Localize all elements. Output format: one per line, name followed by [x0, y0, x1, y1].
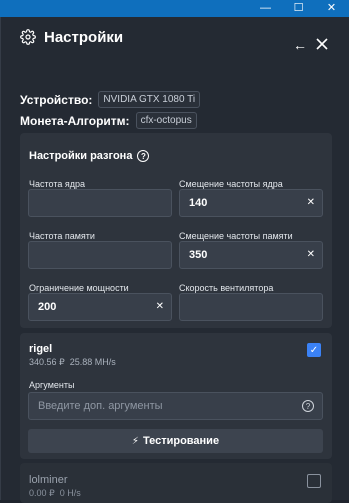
lightning-icon: ⚡ [131, 435, 139, 447]
minimize-button[interactable]: — [250, 0, 281, 17]
overclock-title-text: Настройки разгона [29, 150, 133, 162]
overclock-card: Настройки разгона ? Частота ядра Смещени… [20, 133, 332, 328]
core-offset-label: Смещение частоты ядра [179, 179, 283, 189]
miner-stats: 340.56 ₽ 25.88 MH/s [29, 357, 121, 368]
fan-speed-label: Скорость вентилятора [179, 283, 274, 293]
miner-stats: 0.00 ₽ 0 H/s [29, 488, 86, 499]
mem-offset-input[interactable]: 350 ✕ [179, 241, 323, 269]
args-label: Аргументы [29, 380, 75, 390]
coin-algo-label: Монета-Алгоритм: [20, 113, 130, 128]
back-arrow-icon[interactable]: ← [293, 37, 307, 53]
miner-card-lolminer: lolminer 0.00 ₽ 0 H/s [20, 463, 332, 503]
maximize-button[interactable]: ☐ [283, 0, 314, 17]
device-chip: NVIDIA GTX 1080 Ti [98, 91, 201, 108]
core-offset-input[interactable]: 140 ✕ [179, 189, 323, 217]
mem-clock-label: Частота памяти [29, 231, 95, 241]
args-input[interactable] [29, 393, 289, 419]
window-titlebar: — ☐ ✕ [0, 0, 349, 17]
checkmark-icon: ✓ [309, 344, 319, 356]
page-title: Настройки [44, 28, 124, 46]
test-button[interactable]: ⚡ Тестирование [28, 429, 323, 453]
miner-hashrate: 25.88 MH/s [69, 357, 116, 367]
device-label: Устройство: [20, 92, 93, 107]
close-window-button[interactable]: ✕ [316, 0, 347, 17]
core-offset-value: 140 [189, 197, 208, 209]
mem-clock-input[interactable] [28, 241, 172, 269]
miner-price: 340.56 ₽ [29, 357, 65, 367]
overclock-title: Настройки разгона ? [29, 150, 150, 162]
miner-enabled-checkbox[interactable]: ✓ [307, 343, 321, 357]
args-field: ? [28, 392, 323, 420]
miner-price: 0.00 ₽ [29, 488, 55, 498]
panel-header: Настройки [20, 27, 123, 47]
miner-name: lolminer [29, 474, 68, 486]
mem-offset-label: Смещение частоты памяти [179, 231, 293, 241]
miner-enabled-checkbox[interactable] [307, 474, 321, 488]
clear-icon[interactable]: ✕ [307, 197, 315, 208]
clear-icon[interactable]: ✕ [307, 249, 315, 260]
power-limit-value: 200 [38, 301, 57, 313]
help-icon[interactable]: ? [302, 400, 314, 412]
test-button-label: Тестирование [142, 435, 220, 447]
device-row: Устройство: NVIDIA GTX 1080 Ti [20, 91, 201, 108]
coin-algo-row: Монета-Алгоритм: cfx-octopus [20, 112, 197, 129]
gear-icon [20, 29, 36, 45]
clear-icon[interactable]: ✕ [156, 301, 164, 312]
close-icon[interactable] [314, 36, 330, 52]
miner-name: rigel [29, 343, 53, 355]
power-limit-input[interactable]: 200 ✕ [28, 293, 172, 321]
mem-offset-value: 350 [189, 249, 208, 261]
fan-speed-input[interactable] [179, 293, 323, 321]
miner-hashrate: 0 H/s [59, 488, 81, 498]
power-limit-label: Ограничение мощности [29, 283, 129, 293]
help-icon[interactable]: ? [137, 150, 150, 162]
core-clock-input[interactable] [28, 189, 172, 217]
miner-card-rigel: rigel 340.56 ₽ 25.88 MH/s ✓ Аргументы ? ⚡… [20, 333, 332, 459]
core-clock-label: Частота ядра [29, 179, 85, 189]
coin-algo-chip: cfx-octopus [135, 112, 197, 129]
